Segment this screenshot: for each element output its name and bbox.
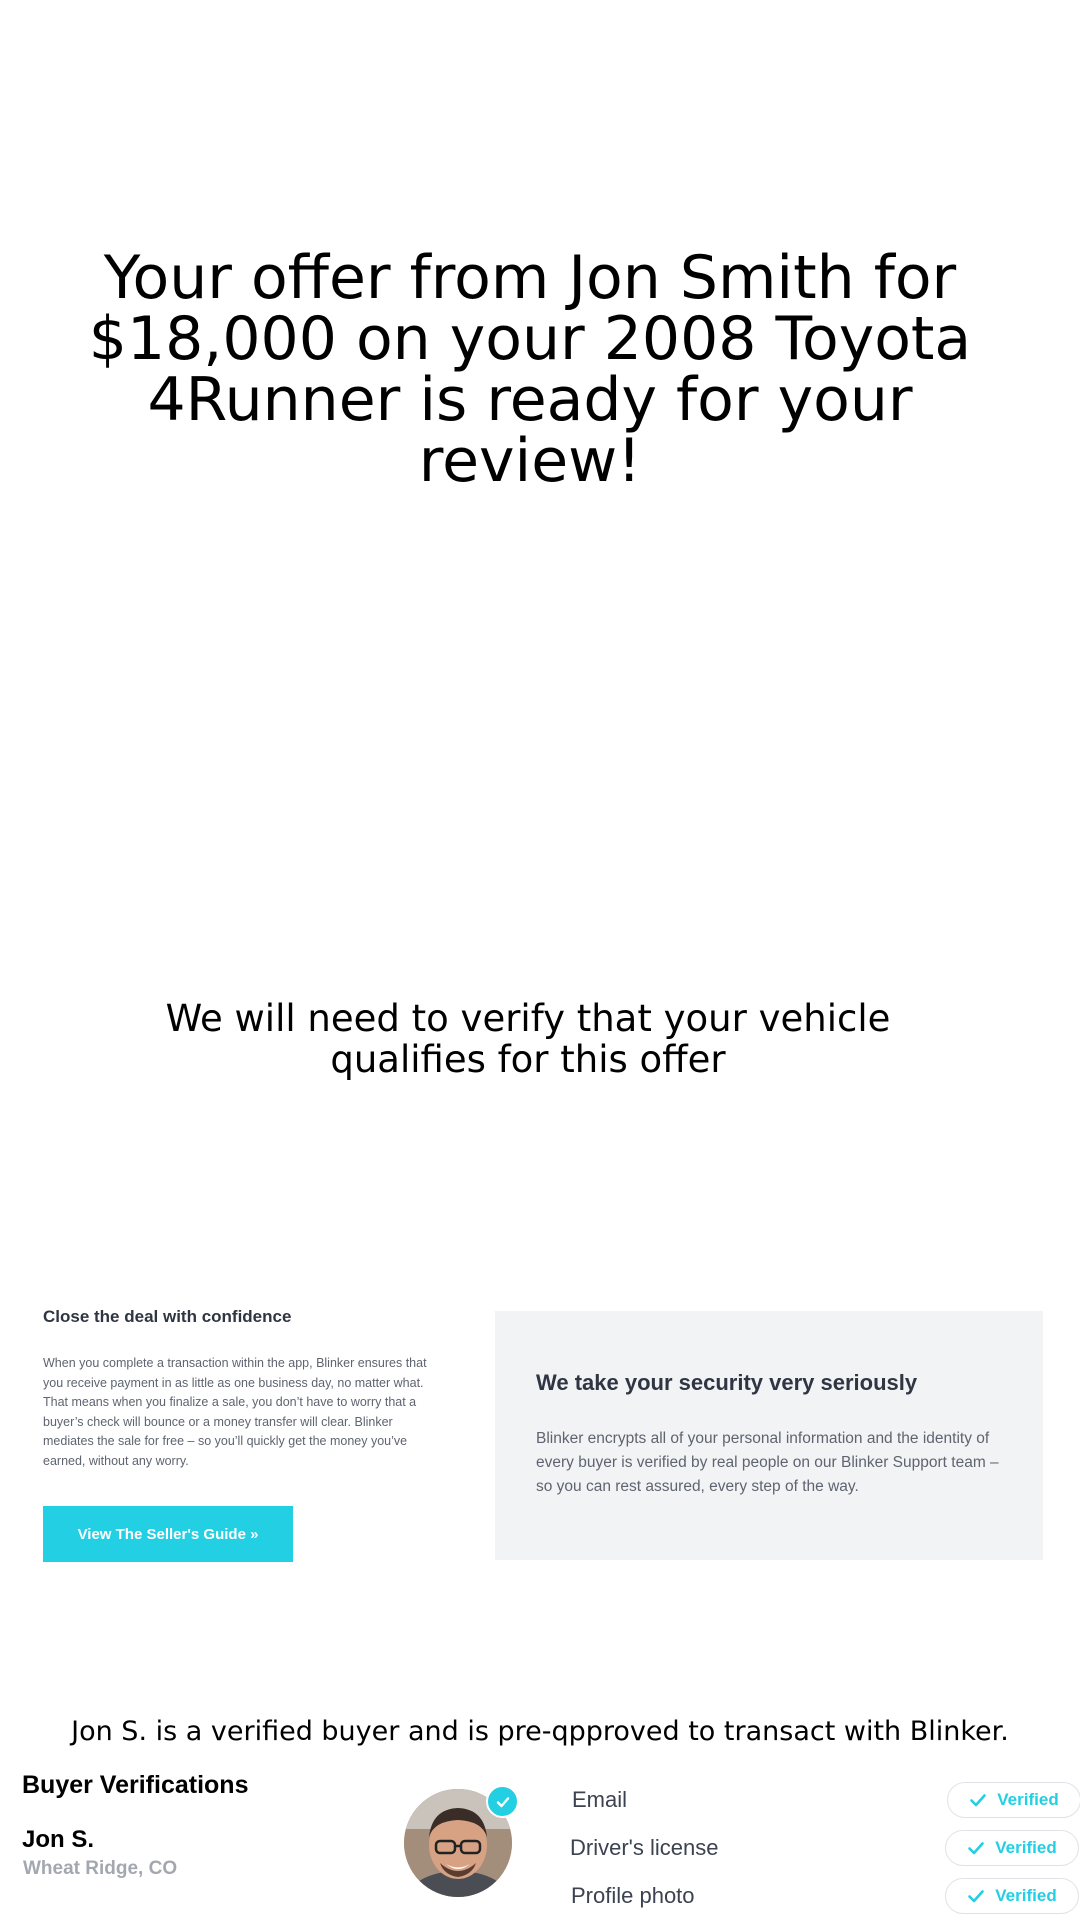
verified-status: Verified <box>997 1790 1059 1809</box>
verified-badge: Verified <box>945 1830 1079 1866</box>
offer-headline: Your offer from Jon Smith for $18,000 on… <box>88 243 972 496</box>
security-panel: We take your security very seriously Bli… <box>495 1311 1043 1560</box>
checkmark-icon <box>967 1839 985 1857</box>
checkmark-icon <box>967 1887 985 1905</box>
checkmark-icon <box>969 1791 987 1809</box>
confidence-body: When you complete a transaction within t… <box>43 1356 427 1468</box>
verification-row-email: Email Verified <box>0 1780 1080 1820</box>
confidence-section: Close the deal with confidence When you … <box>43 1305 433 1471</box>
sellers-guide-button[interactable]: View The Seller's Guide » <box>43 1506 293 1562</box>
verified-buyer-statement: Jon S. is a verified buyer and is pre-qp… <box>71 1716 1009 1747</box>
confidence-heading: Close the deal with confidence <box>43 1307 292 1326</box>
verified-badge: Verified <box>947 1782 1080 1818</box>
security-body: Blinker encrypts all of your personal in… <box>536 1430 999 1495</box>
verification-row-drivers-license: Driver's license Verified <box>0 1828 1080 1868</box>
verification-label: Driver's license <box>570 1835 719 1860</box>
verification-row-profile-photo: Profile photo Verified <box>0 1876 1080 1916</box>
security-heading: We take your security very seriously <box>536 1370 918 1395</box>
verification-label: Email <box>572 1787 628 1812</box>
verified-status: Verified <box>995 1838 1057 1857</box>
verified-status: Verified <box>995 1886 1057 1905</box>
verification-label: Profile photo <box>571 1883 695 1908</box>
verified-badge: Verified <box>945 1878 1079 1914</box>
verify-note: We will need to verify that your vehicle… <box>165 997 891 1081</box>
